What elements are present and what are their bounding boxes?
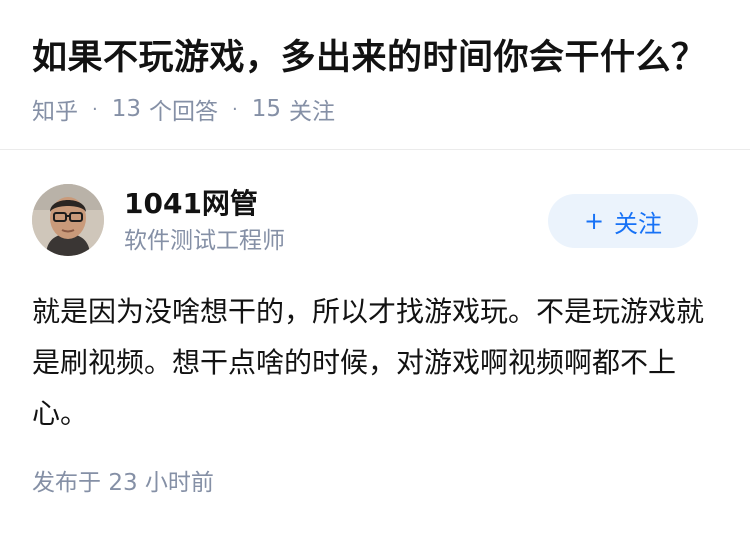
answer-publish-time: 发布于 23 小时前 xyxy=(32,468,214,498)
separator-dot: · xyxy=(92,98,98,120)
source-label[interactable]: 知乎 xyxy=(32,92,78,126)
question-meta: 知乎 · 13 个回答 · 15 关注 xyxy=(32,92,335,126)
follow-button-label: 关注 xyxy=(614,209,663,238)
published-time: 23 小时前 xyxy=(108,470,214,496)
published-label: 发布于 xyxy=(32,470,101,496)
author-headline: 软件测试工程师 xyxy=(124,228,285,254)
question-title[interactable]: 如果不玩游戏，多出来的时间你会干什么？ xyxy=(32,34,707,82)
answer-card: 1041网管 软件测试工程师 + 关注 就是因为没啥想干的，所以才找游戏玩。不是… xyxy=(0,150,750,534)
answer-count-label[interactable]: 个回答 xyxy=(149,92,218,126)
avatar[interactable] xyxy=(32,184,104,256)
answer-content[interactable]: 就是因为没啥想干的，所以才找游戏玩。不是玩游戏就是刷视频。想干点啥的时候，对游戏… xyxy=(32,286,712,439)
question-header: 如果不玩游戏，多出来的时间你会干什么？ 知乎 · 13 个回答 · 15 关注 xyxy=(0,0,750,150)
author-info: 1041网管 软件测试工程师 + 关注 xyxy=(32,184,718,258)
answer-count: 13 xyxy=(111,96,142,122)
follower-count-label[interactable]: 关注 xyxy=(289,92,335,126)
follow-button[interactable]: + 关注 xyxy=(548,194,698,248)
author-name[interactable]: 1041网管 xyxy=(124,186,258,222)
avatar-image xyxy=(32,184,104,256)
follower-count: 15 xyxy=(251,96,282,122)
separator-dot: · xyxy=(232,98,238,120)
plus-icon: + xyxy=(583,207,605,235)
